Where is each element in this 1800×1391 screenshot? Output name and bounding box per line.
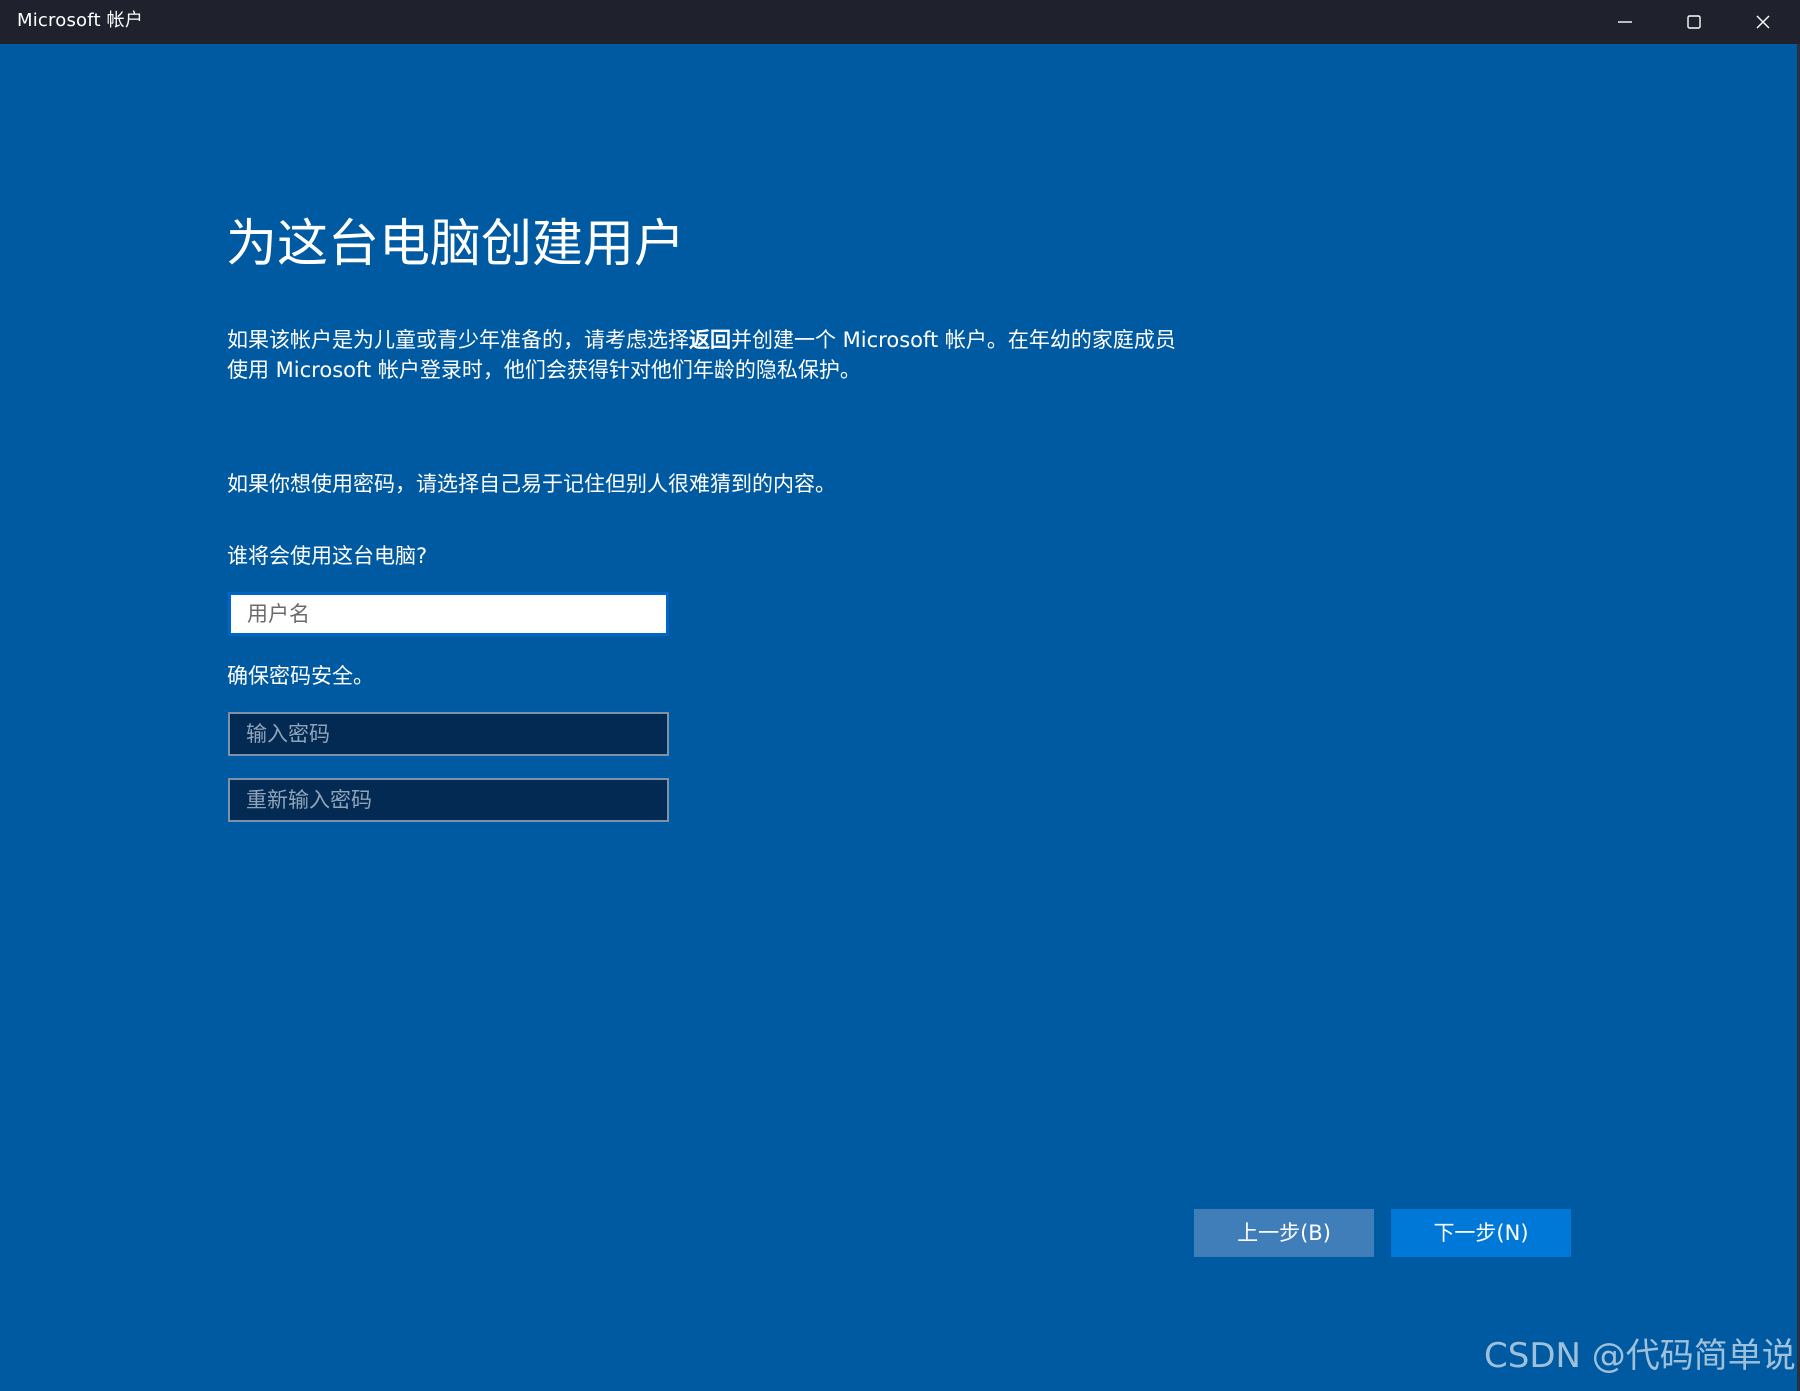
username-label: 谁将会使用这台电脑?	[227, 544, 428, 568]
app-window: Microsoft 帐户 为这台电脑创建用户 如果该帐户是为儿童或青少年准备的，…	[0, 0, 1800, 1391]
maximize-button[interactable]	[1660, 0, 1728, 44]
back-emphasis: 返回	[689, 328, 731, 352]
password-advice: 如果你想使用密码，请选择自己易于记住但别人很难猜到的内容。	[227, 472, 836, 496]
child-note-text: 如果该帐户是为儿童或青少年准备的，请考虑选择	[227, 328, 689, 352]
child-account-note: 如果该帐户是为儿童或青少年准备的，请考虑选择返回并创建一个 Microsoft …	[227, 325, 1176, 385]
watermark: CSDN @代码简单说	[1484, 1336, 1796, 1376]
minimize-button[interactable]	[1591, 0, 1659, 44]
confirm-password-input[interactable]	[228, 778, 669, 822]
child-note-line2: 使用 Microsoft 帐户登录时，他们会获得针对他们年龄的隐私保护。	[227, 358, 861, 382]
page-title: 为这台电脑创建用户	[226, 215, 686, 274]
minimize-icon	[1618, 21, 1632, 23]
password-input[interactable]	[228, 712, 669, 756]
window-title: Microsoft 帐户	[17, 10, 144, 31]
username-input[interactable]	[228, 592, 669, 636]
password-label: 确保密码安全。	[227, 664, 374, 688]
child-note-text-continued: 并创建一个 Microsoft 帐户。在年幼的家庭成员	[731, 328, 1176, 352]
title-bar[interactable]: Microsoft 帐户	[0, 0, 1800, 44]
back-button[interactable]: 上一步(B)	[1194, 1209, 1374, 1257]
close-button[interactable]	[1729, 0, 1797, 44]
close-icon	[1756, 15, 1770, 29]
maximize-icon	[1687, 15, 1701, 29]
next-button[interactable]: 下一步(N)	[1391, 1209, 1571, 1257]
